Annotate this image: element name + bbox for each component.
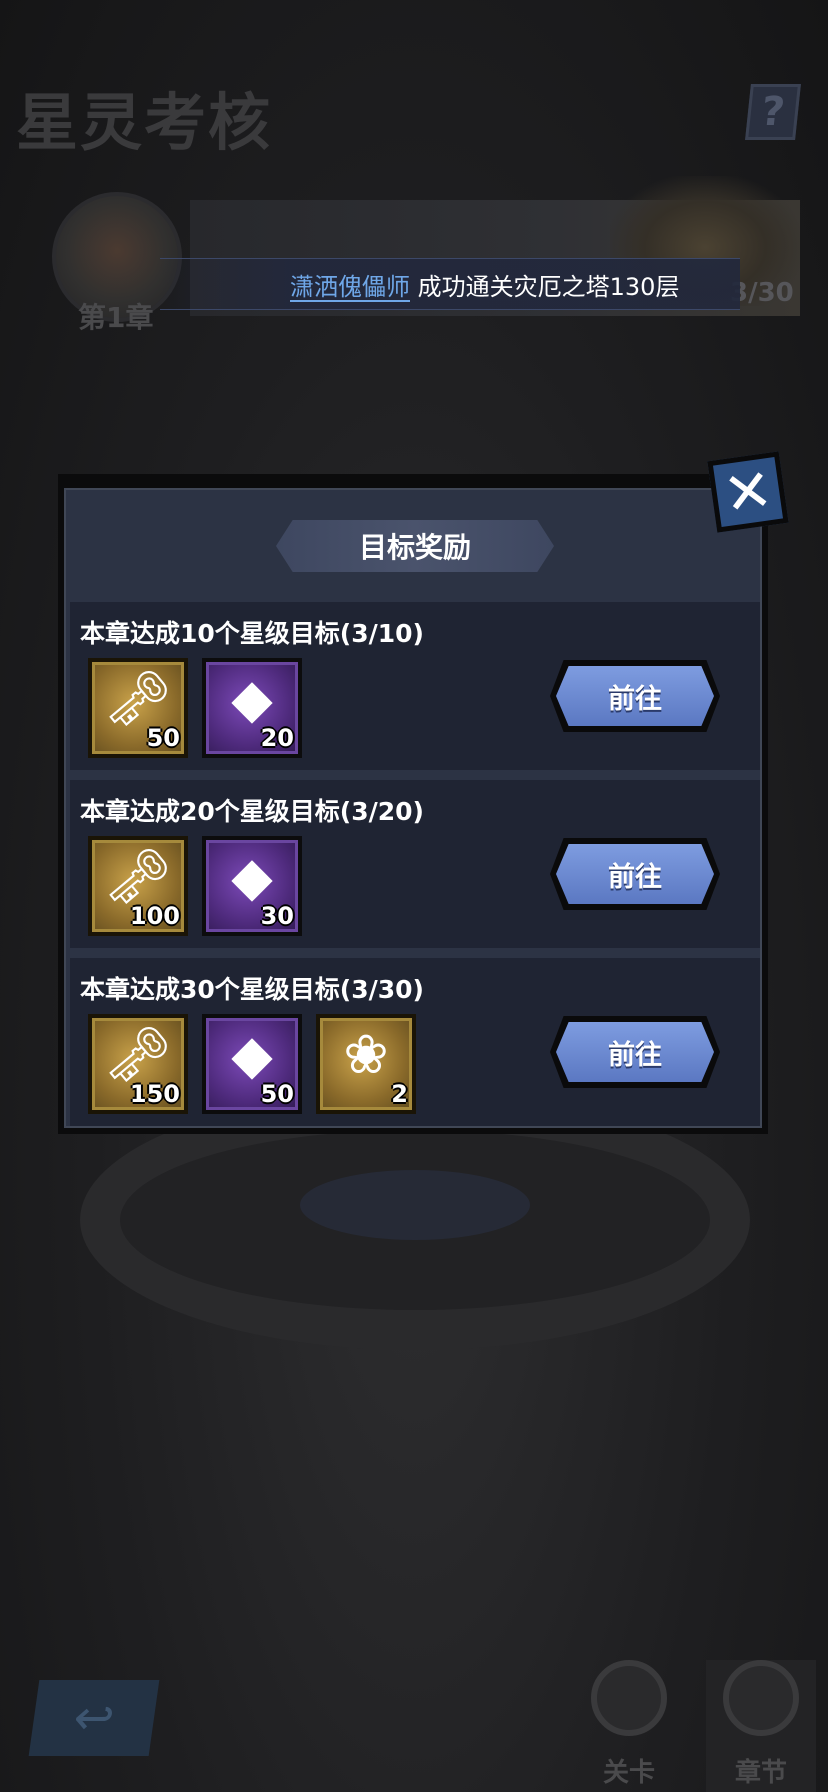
reward-item[interactable]: 🗝 100 [88,836,188,936]
go-button[interactable]: 前往 [556,1022,714,1082]
background-platform-center [300,1170,530,1240]
reward-item[interactable]: ◆ 20 [202,658,302,758]
close-button[interactable]: ✕ [707,451,789,533]
dialog-title-banner: 目标奖励 [276,520,554,572]
back-button[interactable]: ↩ [28,1680,160,1756]
dialog-title: 目标奖励 [358,531,471,564]
flame-key-icon: 🗝 [103,845,173,908]
reward-item[interactable]: ◆ 30 [202,836,302,936]
tab-stage[interactable]: 关卡 [574,1660,684,1792]
stage-icon [591,1660,667,1736]
go-button-label: 前往 [608,683,662,715]
goal-title: 本章达成20个星级目标(3/20) [80,797,424,826]
close-icon: ✕ [719,454,777,530]
reward-count: 50 [260,1080,294,1108]
reward-count: 150 [129,1080,180,1108]
ticker-message: 成功通关灾厄之塔130层 [417,273,680,301]
tab-chapter[interactable]: 章节 [706,1660,816,1792]
reward-item[interactable]: ◆ 50 [202,1014,302,1114]
help-button[interactable]: ? [745,84,801,140]
tab-stage-label: 关卡 [602,1758,655,1788]
reward-count: 50 [146,724,180,752]
reward-count: 20 [260,724,294,752]
reward-count: 2 [391,1080,408,1108]
goal-row: 本章达成30个星级目标(3/30) 🗝 150 ◆ 50 ❀ 2 前往 [70,958,760,1126]
ticker-player-name[interactable]: 潇洒傀儡师 [290,273,410,301]
back-arrow-icon: ↩ [69,1690,119,1746]
go-button[interactable]: 前往 [556,844,714,904]
reward-count: 30 [260,902,294,930]
purple-crystal-icon: ◆ [231,845,273,908]
chapter-banner: 第1章 3/30 [30,176,800,336]
goal-row: 本章达成20个星级目标(3/20) 🗝 100 ◆ 30 前往 [70,780,760,948]
goal-row: 本章达成10个星级目标(3/10) 🗝 50 ◆ 20 前往 [70,602,760,770]
purple-crystal-icon: ◆ [231,667,273,730]
goal-title: 本章达成10个星级目标(3/10) [80,619,424,648]
chapter-label: 第1章 [78,301,154,334]
go-button[interactable]: 前往 [556,666,714,726]
purple-crystal-icon: ◆ [231,1023,273,1086]
rose-scroll-icon: ❀ [343,1023,389,1086]
reward-item[interactable]: 🗝 50 [88,658,188,758]
goal-title: 本章达成30个星级目标(3/30) [80,975,424,1004]
ticker-content: 潇洒傀儡师 成功通关灾厄之塔130层 [290,267,679,302]
go-button-label: 前往 [608,1039,662,1071]
chapter-icon [723,1660,799,1736]
flame-key-icon: 🗝 [103,667,173,730]
reward-item[interactable]: 🗝 150 [88,1014,188,1114]
dialog-top-edge [58,474,768,482]
reward-count: 100 [129,902,180,930]
tab-chapter-label: 章节 [734,1758,787,1788]
announcement-ticker: 潇洒傀儡师 成功通关灾厄之塔130层 [160,258,740,310]
reward-item[interactable]: ❀ 2 [316,1014,416,1114]
page-title: 星灵考核 [16,86,273,159]
question-icon: ? [758,89,788,135]
flame-key-icon: 🗝 [103,1023,173,1086]
go-button-label: 前往 [608,861,662,893]
